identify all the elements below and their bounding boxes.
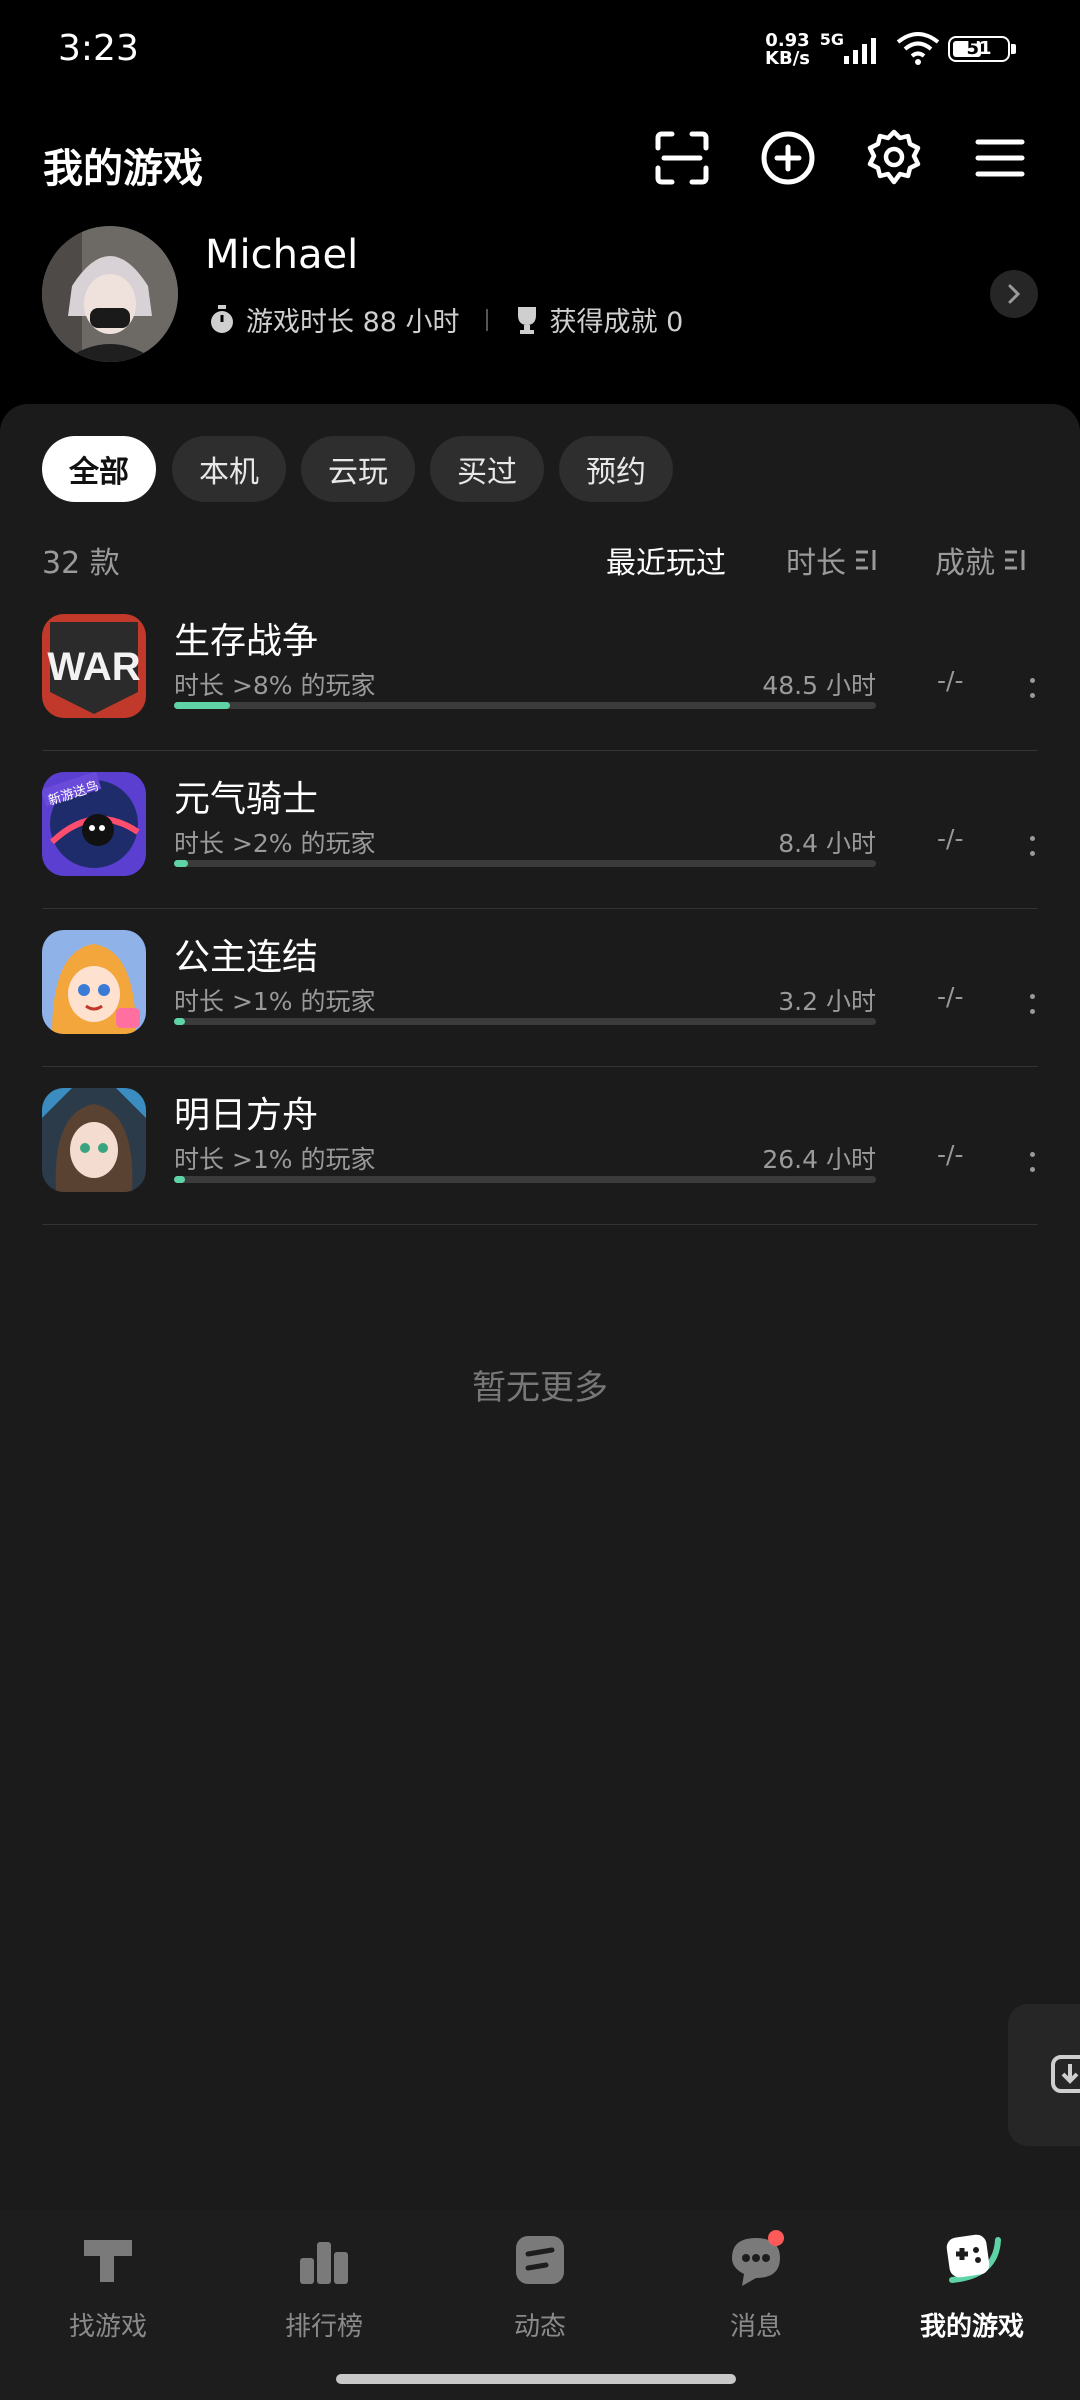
game-name: 公主连结 — [174, 937, 319, 978]
nav-ranking[interactable]: 排行榜 — [244, 2230, 404, 2343]
nav-label: 我的游戏 — [919, 2312, 1024, 2342]
more-icon[interactable] — [1030, 994, 1038, 1018]
nav-find-games[interactable]: 找游戏 — [28, 2230, 188, 2343]
game-icon: 新游送鸟 — [42, 772, 146, 876]
more-icon[interactable] — [1030, 1152, 1038, 1176]
game-hours: 3.2 小时 — [778, 987, 876, 1016]
game-icon — [42, 930, 146, 1034]
game-icon: WAR — [42, 614, 146, 718]
add-circle-icon[interactable] — [756, 126, 820, 190]
sort-achievement-button[interactable]: 成就 — [935, 538, 1027, 582]
stopwatch-icon — [211, 304, 233, 333]
game-rank-text: 时长 >2% 的玩家 — [174, 829, 376, 858]
game-hours: 8.4 小时 — [778, 829, 876, 858]
game-name: 生存战争 — [174, 621, 319, 662]
game-rank-text: 时长 >8% 的玩家 — [174, 671, 376, 700]
message-icon — [732, 2230, 784, 2286]
sort-icon — [856, 550, 876, 570]
nav-messages[interactable]: 消息 — [676, 2230, 836, 2343]
game-row[interactable]: 新游送鸟 元气骑士 时长 >2% 的玩家 8.4 小时 -/- — [42, 750, 1038, 909]
wifi-icon — [896, 32, 940, 65]
network-speed: 0.93 KB/s — [765, 32, 810, 68]
tab-all[interactable]: 全部 — [42, 436, 156, 502]
avatar[interactable] — [42, 226, 178, 362]
game-hours: 26.4 小时 — [762, 1145, 876, 1174]
no-more-text: 暂无更多 — [472, 1368, 608, 1408]
sort-duration-label: 时长 — [786, 546, 846, 581]
tab-purchased[interactable]: 买过 — [430, 436, 544, 502]
status-time: 3:23 — [58, 28, 139, 69]
game-hours: 48.5 小时 — [762, 671, 876, 700]
feed-icon — [516, 2236, 564, 2284]
hammer-icon — [84, 2240, 132, 2282]
game-row[interactable]: 明日方舟 时长 >1% 的玩家 26.4 小时 -/- — [42, 1066, 1038, 1225]
notification-badge — [768, 2230, 784, 2246]
profile-arrow-button[interactable] — [990, 270, 1038, 318]
network-type: 5G — [819, 30, 844, 49]
battery-icon: 51 — [948, 36, 1010, 62]
tab-reserved[interactable]: 预约 — [559, 436, 673, 502]
game-rank-text: 时长 >1% 的玩家 — [174, 987, 376, 1016]
game-name: 元气骑士 — [174, 779, 319, 820]
nav-my-games[interactable]: 我的游戏 — [892, 2230, 1052, 2343]
playtime-progress — [174, 1018, 876, 1025]
download-icon — [1051, 2055, 1080, 2093]
more-icon[interactable] — [1030, 678, 1038, 702]
download-float-button[interactable] — [1008, 2004, 1080, 2146]
more-icon[interactable] — [1030, 836, 1038, 860]
game-row[interactable]: 公主连结 时长 >1% 的玩家 3.2 小时 -/- — [42, 908, 1038, 1067]
gear-icon[interactable] — [862, 126, 926, 190]
username[interactable]: Michael — [205, 232, 358, 278]
game-icon-text: WAR — [47, 645, 140, 689]
playtime-progress — [174, 860, 876, 867]
game-achievement: -/- — [937, 1140, 964, 1169]
sort-duration-button[interactable]: 时长 — [786, 538, 878, 582]
game-count: 32 款 — [42, 546, 120, 581]
tab-local[interactable]: 本机 — [172, 436, 286, 502]
battery-tip — [1011, 44, 1016, 54]
battery-level: 51 — [966, 38, 992, 59]
divider — [485, 308, 488, 331]
playtime-progress — [174, 1176, 876, 1183]
sort-achievement-label: 成就 — [935, 546, 995, 581]
nav-feed[interactable]: 动态 — [460, 2230, 620, 2343]
network-speed-unit: KB/s — [765, 48, 810, 69]
profile-stats: 游戏时长 88 小时 获得成就 0 — [208, 300, 683, 339]
scan-icon[interactable] — [650, 126, 714, 190]
achievements: 获得成就 0 — [549, 307, 684, 338]
sort-recent-label: 最近玩过 — [606, 546, 726, 581]
page-title: 我的游戏 — [43, 146, 203, 192]
play-time: 游戏时长 88 小时 — [246, 307, 460, 338]
gamepad-icon — [946, 2234, 1001, 2283]
game-row[interactable]: WAR 生存战争 时长 >8% 的玩家 48.5 小时 -/- — [42, 592, 1038, 751]
ranking-icon — [300, 2242, 348, 2284]
game-rank-text: 时长 >1% 的玩家 — [174, 1145, 376, 1174]
sort-icon — [1005, 550, 1025, 570]
game-achievement: -/- — [937, 824, 964, 853]
chevron-right-icon — [1008, 284, 1021, 304]
sort-recent-button[interactable]: 最近玩过 — [606, 538, 726, 582]
tab-cloud[interactable]: 云玩 — [301, 436, 415, 502]
nav-label: 排行榜 — [284, 2312, 363, 2342]
game-icon — [42, 1088, 146, 1192]
nav-label: 找游戏 — [68, 2312, 147, 2342]
trophy-icon — [517, 306, 536, 334]
menu-icon[interactable] — [968, 126, 1032, 190]
nav-label: 消息 — [729, 2312, 782, 2342]
signal-icon — [844, 38, 876, 64]
home-indicator[interactable] — [336, 2374, 736, 2384]
game-name: 明日方舟 — [174, 1095, 319, 1136]
game-achievement: -/- — [937, 666, 964, 695]
playtime-progress — [174, 702, 876, 709]
nav-label: 动态 — [513, 2312, 566, 2342]
game-achievement: -/- — [937, 982, 964, 1011]
